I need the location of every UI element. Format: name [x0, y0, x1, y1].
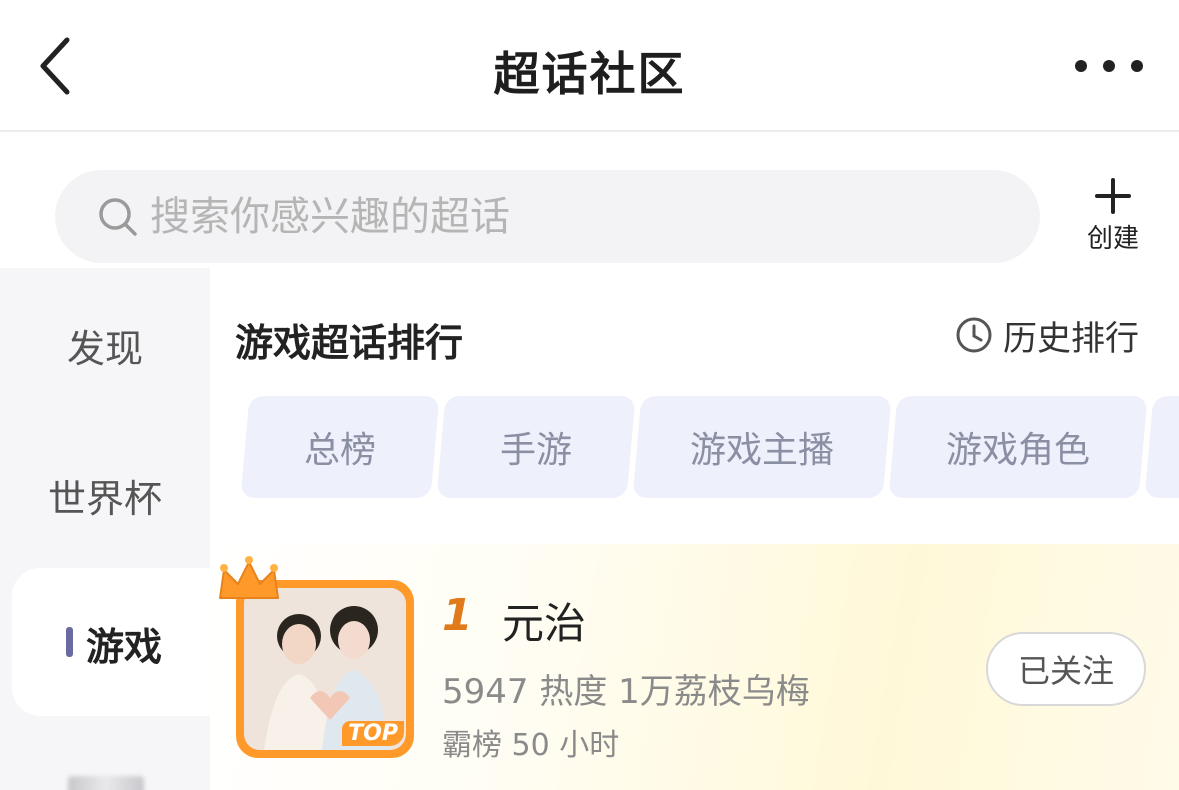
- chip-total[interactable]: 总榜: [240, 396, 440, 498]
- clock-icon: [956, 317, 992, 353]
- search-icon: [99, 198, 137, 236]
- avatar-image: TOP: [244, 588, 406, 750]
- category-sidebar: 发现 世界杯 游戏: [0, 268, 212, 790]
- crown-icon: [219, 556, 279, 599]
- chip-label: 游戏角色: [945, 430, 1090, 471]
- more-dot: [1131, 60, 1143, 72]
- active-indicator: [66, 627, 73, 657]
- sidebar-item-discover[interactable]: 发现: [0, 318, 210, 373]
- chip-streamers[interactable]: 游戏主播: [632, 396, 892, 498]
- chip-mobile[interactable]: 手游: [436, 396, 636, 498]
- filter-chips: 总榜 手游 游戏主播 游戏角色: [240, 396, 1179, 498]
- chip-partial[interactable]: [1144, 396, 1179, 498]
- ranking-item[interactable]: TOP 1 元治 5947 热度 1万荔枝乌梅 霸榜 50 小时 已关注: [210, 544, 1179, 790]
- history-ranking-button[interactable]: 历史排行: [955, 312, 1139, 359]
- topic-name[interactable]: 元治: [502, 590, 586, 651]
- sidebar-item-partial[interactable]: [68, 776, 144, 790]
- chip-label: 手游: [499, 430, 572, 471]
- chip-characters[interactable]: 游戏角色: [888, 396, 1148, 498]
- topic-stats: 5947 热度 1万荔枝乌梅: [442, 672, 810, 712]
- more-button[interactable]: [1069, 46, 1149, 86]
- section-title: 游戏超话排行: [235, 321, 464, 365]
- avatar[interactable]: TOP: [219, 556, 414, 758]
- rank-number: 1: [442, 590, 473, 641]
- top-badge: TOP: [342, 721, 404, 746]
- plus-icon: [1093, 176, 1133, 216]
- create-button[interactable]: 创建: [1078, 176, 1148, 256]
- chip-label: 游戏主播: [689, 430, 834, 471]
- more-dot: [1103, 60, 1115, 72]
- chip-label: 总榜: [303, 430, 376, 471]
- search-input[interactable]: [150, 170, 1010, 263]
- topic-streak: 霸榜 50 小时: [442, 728, 620, 763]
- create-label: 创建: [1086, 224, 1139, 254]
- sidebar-item-games[interactable]: 游戏: [12, 568, 212, 716]
- main-content: 游戏超话排行 历史排行 总榜 手游 游戏主播 游戏角色 TOP 1 元治 594…: [210, 268, 1179, 790]
- top-nav-bar: 超话社区: [0, 0, 1179, 132]
- search-bar[interactable]: [55, 170, 1040, 263]
- page-title: 超话社区: [493, 47, 686, 101]
- follow-button[interactable]: 已关注: [986, 632, 1146, 706]
- sidebar-item-label: 游戏: [86, 625, 163, 669]
- history-label: 历史排行: [1003, 318, 1139, 359]
- sidebar-item-world-cup[interactable]: 世界杯: [0, 468, 210, 523]
- more-dot: [1075, 60, 1087, 72]
